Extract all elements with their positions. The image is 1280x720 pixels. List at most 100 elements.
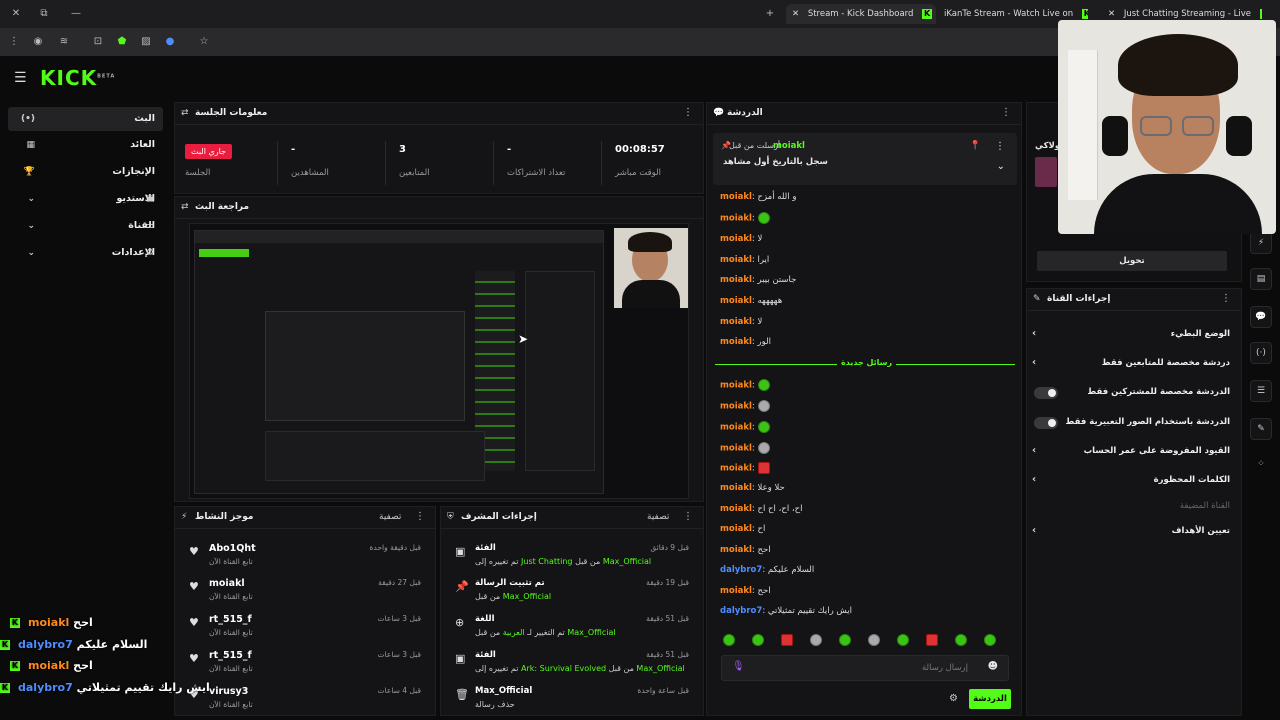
panel-header: ✎ إجراءات القناة ⋮ <box>1027 289 1241 311</box>
menu-dots-icon[interactable]: ⋮ <box>6 34 22 50</box>
setting-subscribers-only[interactable]: الدردشة مخصصة للمشتركين فقط <box>1032 382 1230 402</box>
chat-message[interactable]: moiakl: لا <box>720 234 762 248</box>
chat-bubble-icon[interactable]: 💬 <box>1250 306 1272 328</box>
chat-input[interactable]: 🎙 إرسال رسالة ☻ <box>721 655 1009 681</box>
layout-icon[interactable]: ☰ <box>1250 380 1272 402</box>
extension-icon[interactable]: ≋ <box>56 34 72 50</box>
emote-icon[interactable] <box>868 634 880 646</box>
wrench-icon[interactable]: ✎ <box>1250 418 1272 440</box>
chat-message[interactable]: dalybro7: ايش رايك تقييم تمثيلاتي <box>720 606 852 620</box>
chat-message[interactable]: moiakl: حلا وعلا <box>720 483 785 497</box>
extension-icon[interactable]: ◉ <box>30 34 46 50</box>
sidebar-item-achievements[interactable]: الإنجازات 🏆 <box>8 160 163 184</box>
pinned-message[interactable]: 📌 moiakl أرسلت من قبل سجل بالتاريخ أول م… <box>713 133 1017 185</box>
tab-kick-dashboard[interactable]: ✕ Stream - Kick Dashboard K <box>786 4 936 24</box>
grid-icon: ▦ <box>26 140 35 150</box>
emote-icon[interactable] <box>926 634 938 646</box>
drag-handle-icon[interactable]: ⇄ <box>181 202 189 212</box>
setting-followers-only[interactable]: دردشة مخصصة للمتابعين فقط › <box>1032 353 1230 373</box>
chat-message[interactable]: moiakl: احح <box>720 586 771 600</box>
chevron-down-icon[interactable]: ⌄ <box>997 161 1005 172</box>
extension-icon[interactable]: ● <box>162 34 178 50</box>
bookmark-star-icon[interactable]: ☆ <box>196 34 212 50</box>
document-icon[interactable]: ▤ <box>1250 268 1272 290</box>
sidebar-item-channel[interactable]: القناة ⌄ ⚏ <box>8 214 163 238</box>
more-icon[interactable]: ⋮ <box>995 141 1005 152</box>
panel-header: 💬 الدردشة ⋮ <box>707 103 1021 125</box>
more-icon[interactable]: ⋮ <box>415 511 425 522</box>
chat-message[interactable]: moiakl: <box>720 421 770 435</box>
extension-icon[interactable]: ⊡ <box>90 34 106 50</box>
chat-message[interactable]: moiakl: <box>720 379 770 393</box>
emote-icon[interactable] <box>810 634 822 646</box>
kick-icon: K <box>0 683 10 693</box>
extension-icon[interactable]: ▨ <box>138 34 154 50</box>
chat-message[interactable]: moiakl: <box>720 462 770 476</box>
apps-icon[interactable]: ⁘ <box>1250 454 1272 476</box>
chat-message[interactable]: dalybro7: السلام عليكم <box>720 565 814 579</box>
chat-message[interactable]: moiakl: احح <box>720 545 771 559</box>
nested-dashboard-thumbnail <box>194 230 604 494</box>
more-icon[interactable]: ⋮ <box>1221 293 1231 304</box>
chat-message[interactable]: moiakl: <box>720 212 770 226</box>
webcam-thumbnail <box>614 228 688 308</box>
gear-icon[interactable]: ⚙ <box>949 693 958 704</box>
drag-handle-icon[interactable]: ⇄ <box>181 108 189 118</box>
emoji-icon[interactable]: ☻ <box>988 661 998 672</box>
stream-video[interactable]: ➤ <box>189 223 689 499</box>
chat-message[interactable]: moiakl: اح، اح، اح اح <box>720 504 803 518</box>
emote-icon[interactable] <box>984 634 996 646</box>
chat-message[interactable]: moiakl: و الله أمزح <box>720 192 796 206</box>
chat-message[interactable]: moiakl: <box>720 400 770 414</box>
overlay-chat-line: Kdalybro7 ايش رايك تقييم تمثيلاتي <box>0 681 210 694</box>
more-icon[interactable]: ⋮ <box>683 511 693 522</box>
emote-icon[interactable] <box>752 634 764 646</box>
chat-message[interactable]: moiakl: <box>720 442 770 456</box>
shield-icon: ⛨ <box>447 512 454 522</box>
setting-banned-words[interactable]: الكلمات المحظورة › <box>1032 470 1230 490</box>
window-icon[interactable]: ⧉ <box>36 6 52 22</box>
emotes-only-toggle[interactable] <box>1034 417 1058 429</box>
sidebar-item-revenue[interactable]: العائد ▦ <box>8 133 163 157</box>
emote-icon[interactable] <box>723 634 735 646</box>
chat-message[interactable]: moiakl: ايرا <box>720 255 769 269</box>
chat-message[interactable]: moiakl: جاستن بيبر <box>720 275 796 289</box>
chat-message[interactable]: moiakl: لا <box>720 317 762 331</box>
kick-logo[interactable]: KICKBETA <box>40 66 115 90</box>
emote-icon[interactable] <box>839 634 851 646</box>
chat-message[interactable]: moiakl: الور <box>720 337 771 351</box>
minimize-icon[interactable]: — <box>68 6 84 22</box>
setting-slow-mode[interactable]: الوضع البطيء › <box>1032 324 1230 344</box>
chat-send-button[interactable]: الدردشة <box>969 689 1011 709</box>
setting-emotes-only[interactable]: الدردشة باستخدام الصور التعبيرية فقط <box>1032 412 1230 432</box>
tab-close-icon[interactable]: ✕ <box>1108 9 1115 19</box>
broadcast-icon[interactable]: (·) <box>1250 342 1272 364</box>
sidebar-item-studio[interactable]: الاستديو ⌄ ▣ <box>8 187 163 211</box>
setting-goals[interactable]: تعيين الأهداف › <box>1032 521 1230 541</box>
list-item: 🗑 Max_Official حذف رسالة قبل ساعة واحدة <box>455 686 689 709</box>
sidebar-item-settings[interactable]: الإعدادات ⌄ ⚙ <box>8 241 163 265</box>
pin-icon[interactable]: 📍 <box>970 141 981 151</box>
more-icon[interactable]: ⋮ <box>1001 107 1011 118</box>
emote-icon[interactable] <box>781 634 793 646</box>
chat-message[interactable]: moiakl: اح <box>720 524 765 538</box>
subscribers-only-toggle[interactable] <box>1034 387 1058 399</box>
heart-icon: ♥ <box>189 545 199 558</box>
hamburger-menu-icon[interactable]: ☰ <box>14 70 27 86</box>
chat-message[interactable]: moiakl: هههههه <box>720 296 782 310</box>
sidebar-item-stream[interactable]: البث (•) <box>8 107 163 131</box>
emote-icon[interactable] <box>897 634 909 646</box>
more-icon[interactable]: ⋮ <box>683 107 693 118</box>
new-tab-button[interactable]: + <box>762 6 778 22</box>
shield-icon[interactable]: ⬟ <box>114 34 130 50</box>
filter-button[interactable]: تصفية <box>379 512 401 522</box>
pin-icon: 📌 <box>455 580 469 593</box>
lightning-icon[interactable]: ⚡ <box>1250 232 1272 254</box>
close-icon[interactable]: ✕ <box>8 6 24 22</box>
setting-account-age[interactable]: القيود المفروضة على عمر الحساب › <box>1032 441 1230 461</box>
filter-button[interactable]: تصفية <box>647 512 669 522</box>
convert-button[interactable]: تحويل <box>1037 251 1227 271</box>
tab-close-icon[interactable]: ✕ <box>792 9 799 19</box>
mic-icon[interactable]: 🎙 <box>732 661 745 672</box>
emote-icon[interactable] <box>955 634 967 646</box>
